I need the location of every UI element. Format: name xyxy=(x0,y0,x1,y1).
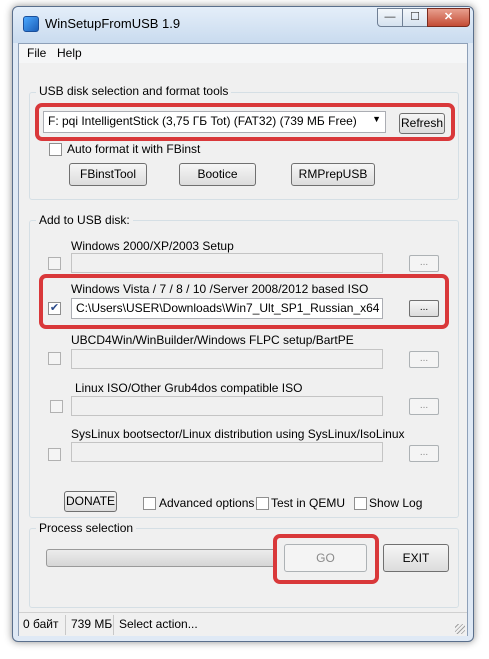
disk-select-value: F: pqi IntelligentStick (3,75 ГБ Tot) (F… xyxy=(48,114,357,128)
entry-checkbox-ubcd[interactable] xyxy=(48,352,61,365)
menu-help[interactable]: Help xyxy=(57,46,82,60)
test-qemu-checkbox[interactable] xyxy=(256,497,269,510)
advanced-options-checkbox[interactable] xyxy=(143,497,156,510)
auto-format-label: Auto format it with FBinst xyxy=(67,142,201,156)
process-group-legend: Process selection xyxy=(36,521,137,535)
close-button[interactable]: ✕ xyxy=(427,8,470,27)
entry-checkbox-vista[interactable]: ✔ xyxy=(48,302,61,315)
checkmark-icon: ✔ xyxy=(49,302,60,314)
advanced-options-label: Advanced options xyxy=(159,496,255,510)
entry-path-vista[interactable]: C:\Users\USER\Downloads\Win7_Ult_SP1_Rus… xyxy=(71,298,383,319)
entry-checkbox-win2000[interactable] xyxy=(48,257,61,270)
show-log-checkbox[interactable] xyxy=(354,497,367,510)
usb-disk-group-legend: USB disk selection and format tools xyxy=(36,84,232,98)
fbinsttool-button[interactable]: FBinstTool xyxy=(69,163,147,186)
auto-format-checkbox[interactable] xyxy=(49,143,62,156)
exit-button[interactable]: EXIT xyxy=(383,544,449,572)
progress-bar xyxy=(46,549,276,567)
entry-label-ubcd: UBCD4Win/WinBuilder/Windows FLPC setup/B… xyxy=(71,333,354,347)
entry-label-win2000: Windows 2000/XP/2003 Setup xyxy=(71,239,234,253)
client-area: File Help USB disk selection and format … xyxy=(18,43,468,636)
status-bar: 0 байт 739 МБ Select action... xyxy=(19,612,467,636)
entry-browse-win2000[interactable]: ... xyxy=(409,255,439,272)
entry-label-vista: Windows Vista / 7 / 8 / 10 /Server 2008/… xyxy=(71,282,369,296)
entry-browse-vista[interactable]: ... xyxy=(409,300,439,317)
entry-browse-ubcd[interactable]: ... xyxy=(409,351,439,368)
entry-path-win2000[interactable] xyxy=(71,253,383,273)
status-separator xyxy=(65,615,66,635)
status-free: 739 МБ xyxy=(71,617,113,631)
entry-browse-linux[interactable]: ... xyxy=(409,398,439,415)
resize-grip[interactable] xyxy=(455,624,465,634)
test-qemu-label: Test in QEMU xyxy=(271,496,346,510)
status-message: Select action... xyxy=(119,617,198,631)
refresh-button[interactable]: Refresh xyxy=(399,113,445,134)
entry-path-syslinux[interactable] xyxy=(71,442,383,462)
menu-bar: File Help xyxy=(19,44,467,63)
status-used: 0 байт xyxy=(23,617,59,631)
title-bar[interactable]: WinSetupFromUSB 1.9 — ☐ ✕ xyxy=(13,7,473,43)
go-button[interactable]: GO xyxy=(284,544,367,572)
show-log-label: Show Log xyxy=(369,496,423,510)
rmprepusb-button[interactable]: RMPrepUSB xyxy=(291,163,375,186)
donate-button[interactable]: DONATE xyxy=(64,491,117,512)
entry-label-syslinux: SysLinux bootsector/Linux distribution u… xyxy=(71,427,405,441)
entry-checkbox-syslinux[interactable] xyxy=(48,448,61,461)
bootice-button[interactable]: Bootice xyxy=(179,163,256,186)
entry-checkbox-linux[interactable] xyxy=(50,400,63,413)
disk-select[interactable]: F: pqi IntelligentStick (3,75 ГБ Tot) (F… xyxy=(43,111,386,133)
maximize-button[interactable]: ☐ xyxy=(402,8,428,27)
menu-file[interactable]: File xyxy=(27,46,46,60)
entry-path-ubcd[interactable] xyxy=(71,349,383,369)
status-separator xyxy=(113,615,114,635)
window-title: WinSetupFromUSB 1.9 xyxy=(45,16,181,31)
entry-path-linux[interactable] xyxy=(71,396,383,416)
entry-browse-syslinux[interactable]: ... xyxy=(409,445,439,462)
app-window: WinSetupFromUSB 1.9 — ☐ ✕ File Help USB … xyxy=(12,6,474,642)
entry-label-linux: Linux ISO/Other Grub4dos compatible ISO xyxy=(75,381,303,395)
add-to-usb-group-legend: Add to USB disk: xyxy=(36,213,133,227)
minimize-button[interactable]: — xyxy=(377,8,403,27)
app-icon xyxy=(23,16,39,32)
chevron-down-icon: ▼ xyxy=(372,114,381,124)
